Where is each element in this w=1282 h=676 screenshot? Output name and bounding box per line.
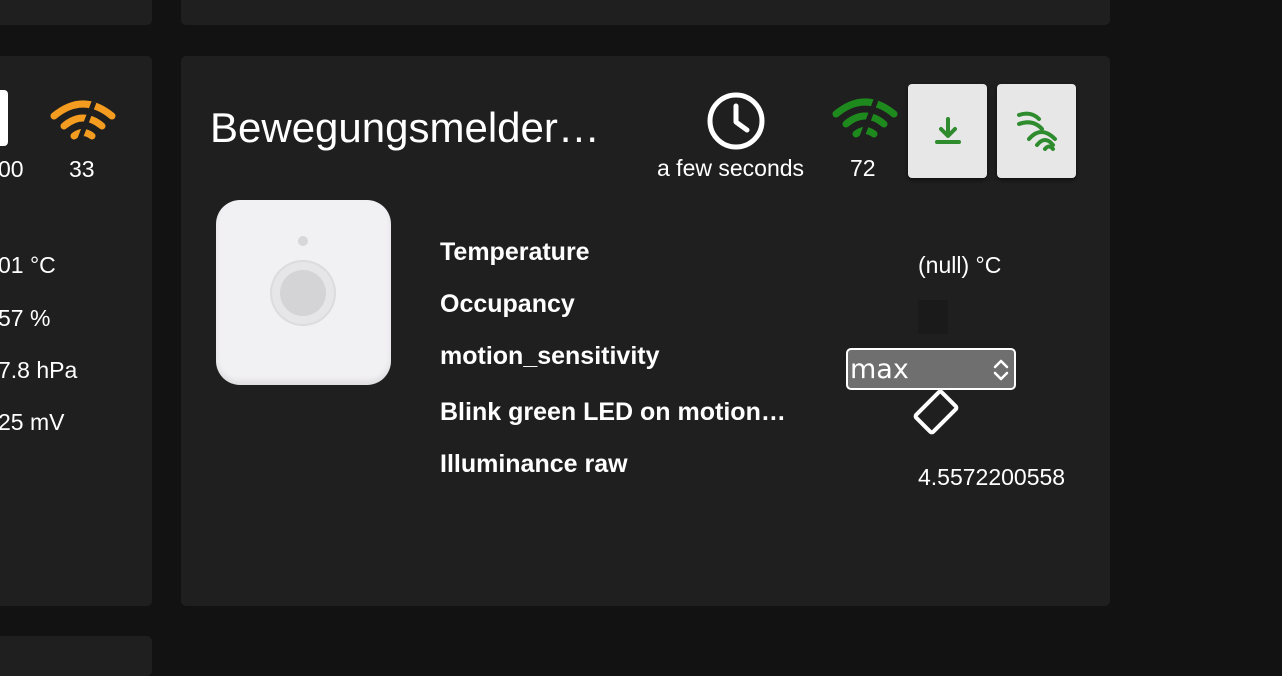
device-image bbox=[216, 200, 391, 385]
device-title: Bewegungsmelder… bbox=[210, 104, 600, 151]
chevron-updown-icon bbox=[993, 359, 1009, 381]
select-value: max bbox=[850, 354, 909, 385]
left-device-card: 00 33 01 °C 57 % 7.8 hPa 25 mV bbox=[0, 56, 152, 606]
download-button[interactable] bbox=[908, 84, 987, 178]
motion-sensitivity-select[interactable]: max bbox=[846, 348, 1016, 390]
rssi-value: 33 bbox=[69, 156, 95, 182]
ota-button[interactable] bbox=[997, 84, 1076, 178]
ota-signal-icon bbox=[1016, 111, 1057, 151]
humidity-value: 57 % bbox=[0, 305, 51, 331]
temperature-value: (null) °C bbox=[918, 252, 1002, 278]
voltage-value: 25 mV bbox=[0, 409, 65, 435]
wifi-signal-icon bbox=[832, 98, 898, 143]
temperature-value: 01 °C bbox=[0, 252, 56, 278]
top-left-card bbox=[0, 0, 152, 25]
last-seen-label: a few seconds bbox=[657, 155, 805, 181]
sensor-led bbox=[298, 236, 308, 246]
download-icon bbox=[934, 117, 961, 144]
sensor-lens bbox=[280, 270, 326, 316]
wifi-signal-icon bbox=[50, 100, 116, 145]
property-label: Occupancy bbox=[440, 290, 575, 318]
pressure-value: 7.8 hPa bbox=[0, 357, 78, 383]
rssi-value: 72 bbox=[850, 155, 876, 181]
property-label: Blink green LED on motion… bbox=[440, 398, 786, 426]
illuminance-raw-container: 4.5572200558 bbox=[918, 464, 1077, 494]
battery-icon bbox=[0, 90, 8, 146]
top-right-card bbox=[181, 0, 1110, 25]
bottom-left-card bbox=[0, 636, 152, 676]
property-label: motion_sensitivity bbox=[440, 342, 660, 370]
illuminance-raw-value: 4.5572200558 bbox=[918, 464, 1066, 490]
clock-icon bbox=[707, 92, 765, 150]
property-label: Illuminance raw bbox=[440, 450, 628, 478]
property-label: Temperature bbox=[440, 238, 590, 266]
occupancy-checkbox bbox=[918, 300, 948, 334]
battery-value: 00 bbox=[0, 156, 24, 182]
